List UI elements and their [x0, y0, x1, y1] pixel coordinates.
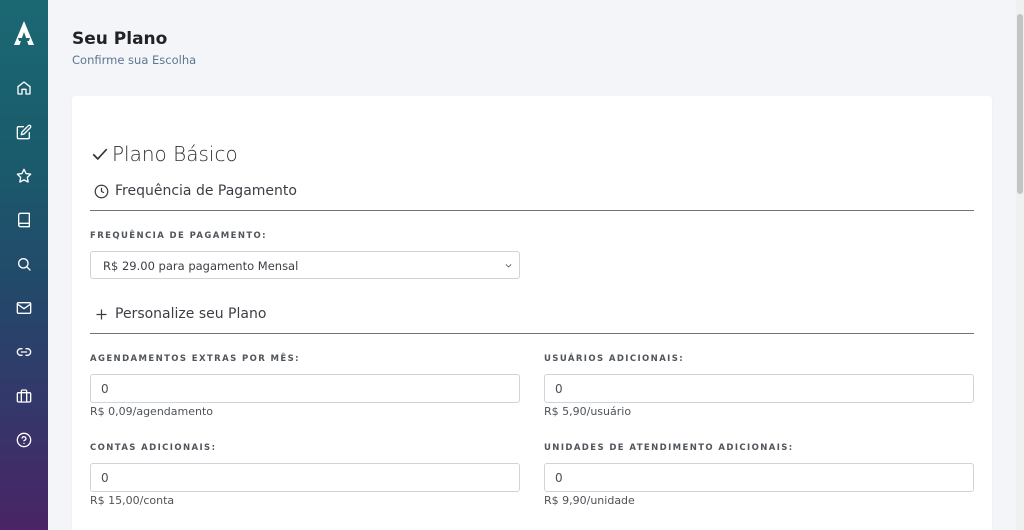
- mail-icon: [16, 302, 32, 314]
- plan-title: Plano Básico: [91, 141, 238, 167]
- page-scrollbar[interactable]: [1016, 0, 1024, 530]
- additional-accounts-price: R$ 15,00/conta: [90, 494, 175, 507]
- payment-frequency-select[interactable]: R$ 29.00 para pagamento Mensal: [90, 251, 520, 279]
- sidebar-item-mail[interactable]: [14, 298, 34, 318]
- customize-section-title: Personalize seu Plano: [115, 306, 267, 322]
- star-icon: [16, 168, 32, 183]
- chevron-down-icon: [505, 264, 512, 268]
- additional-users-input[interactable]: [544, 374, 974, 403]
- edit-icon: [16, 124, 32, 140]
- extra-schedules-input[interactable]: [90, 374, 520, 403]
- sidebar-item-edit[interactable]: [14, 122, 34, 142]
- extra-schedules-label: AGENDAMENTOS EXTRAS POR MÊS:: [90, 354, 300, 364]
- additional-users-price: R$ 5,90/usuário: [544, 405, 632, 418]
- additional-units-input[interactable]: [544, 463, 974, 492]
- search-icon: [18, 258, 31, 271]
- page-subtitle: Confirme sua Escolha: [72, 53, 197, 67]
- sidebar-item-search[interactable]: [14, 254, 34, 274]
- frequency-section-title: Frequência de Pagamento: [115, 183, 297, 199]
- frequency-section-heading: Frequência de Pagamento: [94, 180, 297, 202]
- section-divider: [90, 210, 974, 211]
- sidebar-item-favorites[interactable]: [14, 166, 34, 186]
- additional-units-label: UNIDADES DE ATENDIMENTO ADICIONAIS:: [544, 443, 794, 453]
- sidebar-item-home[interactable]: [14, 78, 34, 98]
- page-title: Seu Plano: [72, 29, 168, 49]
- app-logo[interactable]: [12, 20, 36, 46]
- additional-users-label: USUÁRIOS ADICIONAIS:: [544, 354, 685, 364]
- sidebar-item-link[interactable]: [14, 342, 34, 362]
- sidebar-item-briefcase[interactable]: [14, 386, 34, 406]
- sidebar-item-book[interactable]: [14, 210, 34, 230]
- book-icon: [18, 212, 30, 228]
- additional-accounts-input[interactable]: [90, 463, 520, 492]
- briefcase-icon: [16, 389, 32, 403]
- help-icon: [16, 432, 32, 448]
- extra-schedules-price: R$ 0,09/agendamento: [90, 405, 214, 418]
- scrollbar-thumb[interactable]: [1017, 14, 1023, 194]
- clock-icon: [94, 184, 109, 198]
- plan-title-text: Plano Básico: [112, 142, 238, 166]
- frequency-field-label: FREQUÊNCIA DE PAGAMENTO:: [90, 231, 267, 241]
- additional-accounts-label: CONTAS ADICIONAIS:: [90, 443, 217, 453]
- home-icon: [17, 81, 31, 95]
- link-icon: [16, 348, 32, 356]
- section-divider: [90, 333, 974, 334]
- sidebar: [0, 0, 48, 530]
- additional-units-price: R$ 9,90/unidade: [544, 494, 635, 507]
- plus-icon: [96, 309, 107, 319]
- payment-frequency-selected: R$ 29.00 para pagamento Mensal: [103, 259, 299, 273]
- check-icon: [92, 148, 108, 161]
- sidebar-item-help[interactable]: [14, 430, 34, 450]
- customize-section-heading: Personalize seu Plano: [94, 303, 266, 325]
